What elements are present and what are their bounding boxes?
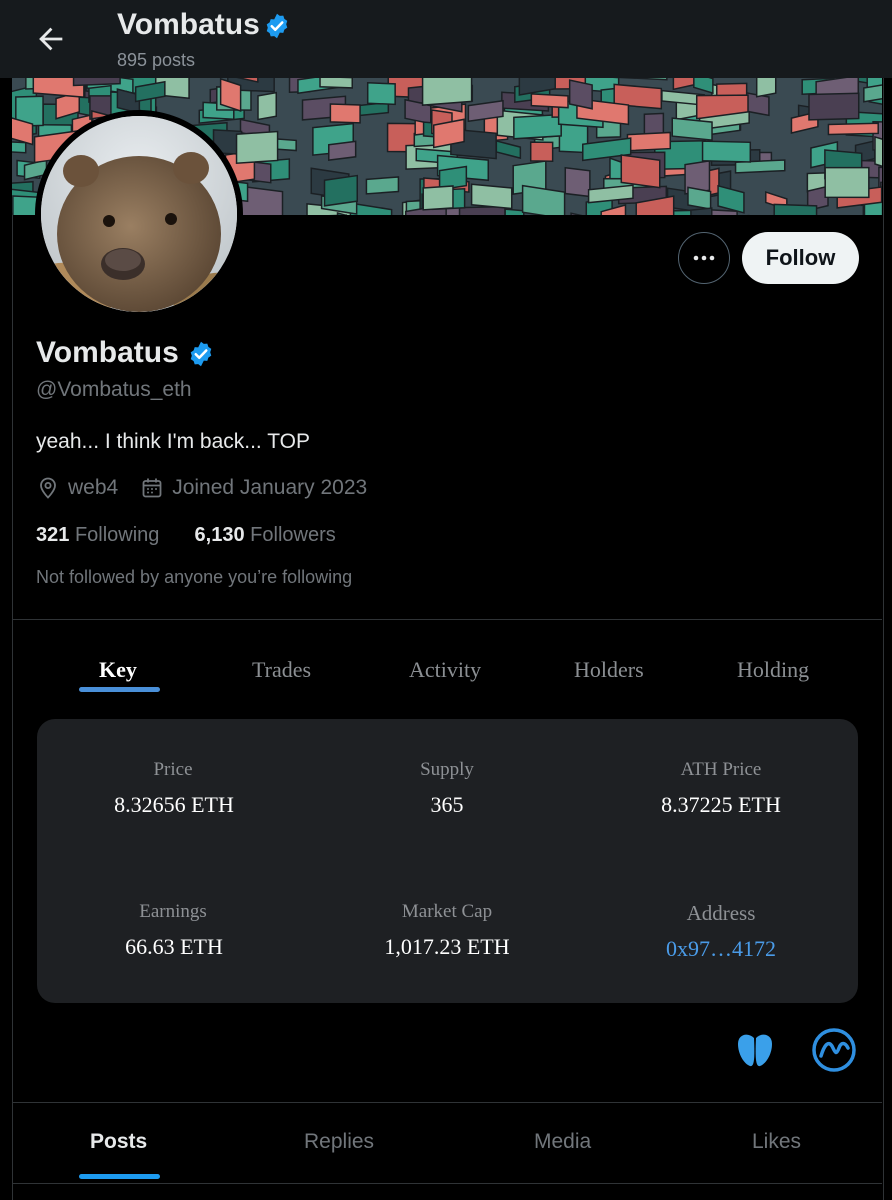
tab-likes[interactable]: Likes [752, 1130, 801, 1154]
follow-counts: 321 Following 6,130 Followers [36, 524, 336, 547]
back-arrow-icon[interactable] [34, 22, 68, 56]
swirl-logo-icon[interactable] [810, 1026, 858, 1074]
plugin-tab-indicator [79, 687, 160, 692]
posts-count: 895 posts [117, 50, 196, 70]
followers-link[interactable]: 6,130 Followers [195, 524, 336, 546]
tab-posts[interactable]: Posts [90, 1130, 147, 1154]
tab-replies[interactable]: Replies [304, 1130, 374, 1154]
mutuals-note: Not followed by anyone you’re following [36, 567, 353, 587]
plugin-tab-activity[interactable]: Activity [409, 657, 481, 683]
profile-bio: yeah... I think I'm back... TOP [36, 430, 311, 453]
tab-indicator [79, 1174, 160, 1179]
following-link[interactable]: 321 Following [36, 524, 159, 546]
header-title: Vombatus [117, 8, 260, 41]
stat-label-ath-price: ATH Price [680, 759, 762, 780]
stat-value-ath-price: 8.37225 ETH [661, 792, 781, 817]
more-options-button[interactable] [678, 232, 730, 284]
stat-label-earnings: Earnings [139, 901, 207, 922]
profile-meta: web4 Joined January 2023 [36, 476, 389, 500]
stat-label-supply: Supply [420, 759, 474, 780]
plugin-tab-holders[interactable]: Holders [574, 657, 644, 683]
stat-label-address: Address [686, 901, 756, 925]
joined-date: Joined January 2023 [172, 476, 368, 499]
ellipsis-icon [693, 255, 715, 261]
stat-value-earnings: 66.63 ETH [125, 934, 223, 959]
location-text[interactable]: web4 [68, 476, 118, 500]
stat-value-price: 8.32656 ETH [114, 792, 234, 817]
calendar-icon [142, 478, 162, 498]
profile-avatar[interactable] [35, 110, 243, 318]
tab-media[interactable]: Media [534, 1130, 591, 1154]
tabs-divider [12, 1183, 882, 1184]
following-label: Following [74, 524, 160, 546]
followers-label: Followers [250, 524, 336, 546]
plugin-tab-trades[interactable]: Trades [252, 657, 311, 683]
stat-value-address-link[interactable]: 0x97…4172 [591, 936, 851, 962]
plugin-tab-key[interactable]: Key [99, 657, 137, 683]
verified-badge-icon [266, 13, 288, 39]
top-bar: Vombatus 895 posts [0, 0, 892, 78]
followers-count: 6,130 [194, 524, 245, 546]
user-handle: @Vombatus_eth [36, 378, 192, 401]
stat-value-market-cap: 1,017.23 ETH [384, 934, 510, 959]
follow-button[interactable]: Follow [742, 232, 859, 284]
display-name: Vombatus [36, 336, 179, 369]
following-count: 321 [36, 524, 70, 546]
butterfly-icon[interactable] [734, 1030, 776, 1070]
stat-label-market-cap: Market Cap [401, 901, 493, 922]
verified-badge-icon [190, 341, 212, 367]
plugin-tab-holding[interactable]: Holding [737, 657, 809, 683]
wombat-avatar-image [41, 116, 237, 312]
location-pin-icon [40, 477, 56, 499]
stat-value-supply: 365 [430, 792, 464, 817]
stat-label-price: Price [153, 759, 193, 780]
